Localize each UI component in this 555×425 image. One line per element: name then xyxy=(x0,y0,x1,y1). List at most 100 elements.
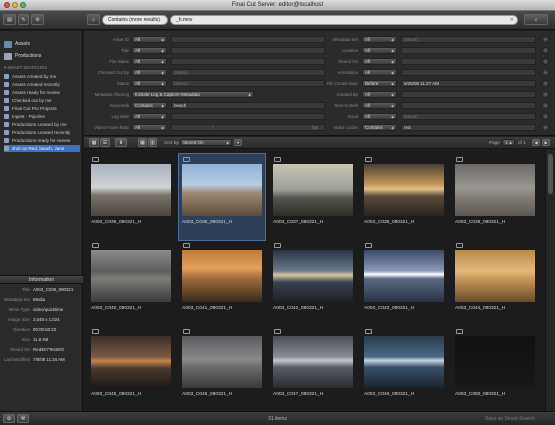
operator-select[interactable]: All xyxy=(132,47,167,54)
search-options-button[interactable]: ⌕ xyxy=(87,14,100,25)
asset-thumbnail[interactable] xyxy=(364,336,444,388)
smart-searches-header[interactable]: ▾ SMART SEARCHES xyxy=(4,65,47,71)
operator-select[interactable]: Before xyxy=(362,80,397,87)
smart-search-item[interactable]: shot on Red, beach, June xyxy=(4,145,80,152)
asset-tile[interactable]: A003_C047_080321_H xyxy=(270,326,356,411)
clear-search-icon[interactable]: ✕ xyxy=(510,16,514,25)
operator-select[interactable]: All xyxy=(362,58,397,65)
smart-search-item[interactable]: Productions created recently xyxy=(4,129,80,136)
asset-tile[interactable]: A003_C046_080321_H xyxy=(179,326,265,411)
operator-select[interactable]: Contains xyxy=(362,124,397,131)
sidebar-item-assets[interactable]: Assets xyxy=(4,40,30,48)
asset-thumbnail[interactable] xyxy=(455,164,535,216)
asset-tile[interactable]: A003_C045_080321_H xyxy=(88,326,174,411)
asset-thumbnail[interactable] xyxy=(91,250,171,302)
asset-tile[interactable]: A003_C035_080321_H xyxy=(88,154,174,240)
value-field[interactable] xyxy=(401,102,536,109)
operator-select[interactable]: All xyxy=(132,80,167,87)
advanced-search-button[interactable]: ⌕ xyxy=(524,14,548,25)
asset-thumbnail[interactable] xyxy=(455,336,535,388)
asset-tile[interactable]: A003_C050_080321_H xyxy=(452,326,538,411)
asset-tile[interactable]: A003_C042_080321_H xyxy=(270,240,356,326)
thumbnail-icon: ▦ xyxy=(91,139,97,146)
search-scope-select[interactable]: Contains (more results) xyxy=(102,15,168,25)
asset-thumbnail[interactable] xyxy=(273,164,353,216)
next-page-button[interactable]: ▶ xyxy=(542,139,550,146)
operator-select[interactable]: Include Log & Capture Metadata xyxy=(132,91,254,98)
asset-tile[interactable]: A003_C041_080321_H xyxy=(179,240,265,326)
page-select[interactable]: 1 xyxy=(502,139,515,146)
asset-thumbnail[interactable] xyxy=(182,250,262,302)
asset-thumbnail[interactable] xyxy=(273,336,353,388)
remove-criteria-icon[interactable]: − xyxy=(542,58,549,65)
asset-thumbnail[interactable] xyxy=(455,250,535,302)
smart-search-item[interactable]: Productions ready for review xyxy=(4,137,80,144)
operator-select[interactable]: All xyxy=(362,91,397,98)
clip-type-icon xyxy=(92,157,99,162)
sidebar-item-productions[interactable]: Productions xyxy=(4,52,41,60)
grid-view-button[interactable]: ▦ xyxy=(138,138,147,147)
value-field[interactable]: red xyxy=(401,124,536,131)
operator-select[interactable]: All xyxy=(132,36,167,43)
operator-select[interactable]: All xyxy=(362,69,397,76)
window-menu-button[interactable]: ▤ xyxy=(3,14,16,25)
value-field[interactable] xyxy=(401,69,536,76)
asset-thumbnail[interactable] xyxy=(182,336,262,388)
search-field[interactable]: _h.mov ✕ xyxy=(170,15,518,25)
field-label: Good xyxy=(347,114,358,119)
asset-tile[interactable]: A003_C039_080321_H xyxy=(452,154,538,240)
operator-select[interactable]: All xyxy=(362,47,397,54)
asset-thumbnail[interactable] xyxy=(91,164,171,216)
edit-menu-button[interactable]: ✎ xyxy=(18,14,29,25)
asset-tile[interactable]: A003_C037_080321_H xyxy=(270,154,356,240)
operator-select[interactable]: All xyxy=(362,36,397,43)
operator-select[interactable]: All xyxy=(132,58,167,65)
remove-criteria-icon[interactable]: − xyxy=(542,91,549,98)
asset-tile[interactable]: A003_C040_080321_H xyxy=(88,240,174,326)
asset-tile[interactable]: A003_C038_080321_H xyxy=(361,154,447,240)
value-field[interactable]: 6/25/08 11:27 AM xyxy=(401,80,536,87)
operator-select[interactable]: All xyxy=(132,124,167,131)
vertical-scrollbar[interactable] xyxy=(545,150,555,411)
asset-thumbnail[interactable] xyxy=(182,164,262,216)
field-label: Checked Out By xyxy=(97,70,129,75)
asset-thumbnail[interactable] xyxy=(91,336,171,388)
filmstrip-view-button[interactable]: ▥ xyxy=(148,138,157,147)
thumbnail-view-button[interactable]: ▦ xyxy=(89,138,99,147)
clip-type-icon xyxy=(183,157,190,162)
asset-thumbnail[interactable] xyxy=(273,250,353,302)
operator-select[interactable]: All xyxy=(362,102,397,109)
field-label: Video Codec xyxy=(333,125,358,130)
remove-criteria-icon[interactable]: − xyxy=(542,124,549,131)
remove-criteria-icon[interactable]: − xyxy=(542,113,549,120)
previous-page-button[interactable]: ◀ xyxy=(532,139,540,146)
asset-tile[interactable]: A003_C044_080321_H xyxy=(452,240,538,326)
download-button[interactable]: ⬇ xyxy=(115,138,127,147)
field-label: Log Note xyxy=(111,114,129,119)
operator-select[interactable]: All xyxy=(362,113,397,120)
save-smart-search-button[interactable]: Save as Smart Search xyxy=(485,416,535,422)
asset-tile[interactable]: A003_C043_080321_H xyxy=(361,240,447,326)
list-view-button[interactable]: ☰ xyxy=(100,138,110,147)
sort-by-select[interactable]: Stored On xyxy=(180,139,232,146)
asset-thumbnail[interactable] xyxy=(364,250,444,302)
operator-select[interactable]: All xyxy=(132,113,167,120)
value-field[interactable] xyxy=(401,47,536,54)
remove-criteria-icon[interactable]: − xyxy=(542,69,549,76)
remove-criteria-icon[interactable]: − xyxy=(542,102,549,109)
remove-criteria-icon[interactable]: − xyxy=(542,80,549,87)
remove-criteria-icon[interactable]: − xyxy=(542,47,549,54)
asset-tile[interactable]: A003_C049_080321_H xyxy=(361,326,447,411)
operator-select[interactable]: Contains xyxy=(132,102,167,109)
asset-tile[interactable]: A003_C036_080321_H xyxy=(178,153,266,241)
value-field[interactable]: (None) xyxy=(401,113,536,120)
remove-criteria-icon[interactable]: − xyxy=(542,36,549,43)
action-menu-button[interactable]: ⚙ xyxy=(31,14,44,25)
value-field[interactable] xyxy=(401,58,536,65)
asset-thumbnail[interactable] xyxy=(364,164,444,216)
value-field[interactable] xyxy=(401,91,536,98)
scrollbar-thumb[interactable] xyxy=(548,154,553,194)
operator-select[interactable]: All xyxy=(132,69,167,76)
sort-direction-button[interactable]: ▾ xyxy=(234,139,242,146)
value-field[interactable]: (None) xyxy=(401,36,536,43)
